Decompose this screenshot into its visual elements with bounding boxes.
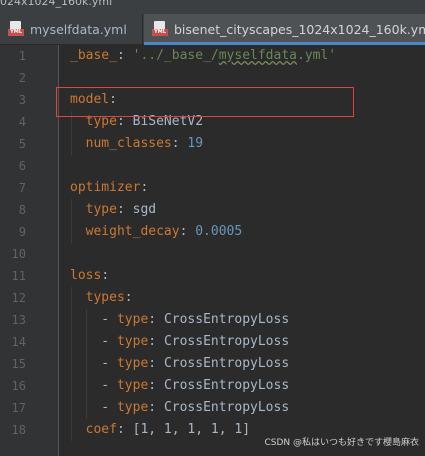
line-number: 17 [11, 401, 26, 415]
yaml-value: CrossEntropyLoss [163, 334, 290, 349]
yml-file-icon: YML [152, 21, 168, 37]
code-line: 7 optimizer: [0, 177, 425, 199]
yaml-key: type [85, 202, 117, 217]
yaml-key: num_classes [85, 136, 172, 151]
highlight-box [56, 87, 354, 117]
indent-guide [86, 309, 87, 419]
code-line: 2 [0, 67, 425, 89]
code-text: _base_: '../_base_/myselfdata.yml' [70, 48, 337, 63]
yaml-value: CrossEntropyLoss [163, 378, 290, 393]
indent-guide [71, 199, 72, 243]
code-line: 1 _base_: '../_base_/myselfdata.yml' [0, 45, 425, 67]
window-title: 024x1024_160k.yml [0, 0, 113, 8]
yaml-key: weight_decay [85, 224, 180, 239]
line-number: 3 [18, 93, 26, 107]
window-title-bar: 024x1024_160k.yml [0, 0, 425, 14]
yaml-value: 0.0005 [195, 224, 243, 239]
yaml-key: coef [85, 422, 117, 437]
code-text: - type: CrossEntropyLoss [70, 334, 290, 349]
indent-guide [71, 111, 72, 155]
code-line: 13 - type: CrossEntropyLoss [0, 309, 425, 331]
code-line: 5 num_classes: 19 [0, 133, 425, 155]
line-number: 6 [18, 159, 26, 173]
yaml-key: _base_ [70, 48, 117, 63]
line-number: 5 [18, 137, 26, 151]
yaml-key: types [85, 290, 125, 305]
code-line: 11 loss: [0, 265, 425, 287]
line-number: 16 [11, 379, 26, 393]
code-line: 6 [0, 155, 425, 177]
code-line: 14 - type: CrossEntropyLoss [0, 331, 425, 353]
code-line: 10 [0, 243, 425, 265]
yaml-value: sgd [132, 202, 157, 217]
code-text: optimizer: [70, 180, 149, 195]
code-text: types: [85, 290, 133, 305]
yaml-key: type [116, 356, 149, 371]
code-line: 15 - type: CrossEntropyLoss [0, 353, 425, 375]
tab-bisenet-cityscapes[interactable]: YML bisenet_cityscapes_1024x1024_160k.ym… [144, 14, 425, 45]
line-number: 4 [18, 115, 26, 129]
line-number: 15 [11, 357, 26, 371]
editor-tab-bar: YML myselfdata.yml YML bisenet_cityscape… [0, 14, 425, 45]
code-line: 9 weight_decay: 0.0005 [0, 221, 425, 243]
indent-guide [71, 287, 72, 441]
code-text: weight_decay: 0.0005 [85, 224, 243, 239]
line-number: 11 [11, 269, 26, 283]
code-text: - type: CrossEntropyLoss [70, 400, 290, 415]
code-line: 8 type: sgd [0, 199, 425, 221]
yaml-value: CrossEntropyLoss [163, 356, 290, 371]
code-text: coef: [1, 1, 1, 1, 1] [85, 422, 251, 437]
yaml-key: type [116, 378, 149, 393]
watermark: CSDN @私はいつも好きです櫻島麻衣 [264, 438, 419, 448]
line-number: 1 [18, 49, 26, 63]
code-line: 17 - type: CrossEntropyLoss [0, 397, 425, 419]
code-text: - type: CrossEntropyLoss [70, 356, 290, 371]
line-number: 14 [11, 335, 26, 349]
line-number: 7 [18, 181, 26, 195]
yaml-key: loss [70, 268, 102, 283]
yaml-value: CrossEntropyLoss [163, 400, 290, 415]
yaml-value: CrossEntropyLoss [163, 312, 290, 327]
line-number: 12 [11, 291, 26, 305]
tab-label: bisenet_cityscapes_1024x1024_160k.yml [174, 21, 425, 37]
yaml-key: optimizer [70, 180, 141, 195]
yaml-value: '../_base_/myselfdata.yml' [132, 48, 337, 63]
tab-label: myselfdata.yml [30, 21, 127, 37]
yaml-key: type [116, 312, 149, 327]
yaml-value: 19 [187, 136, 204, 151]
code-line: 12 types: [0, 287, 425, 309]
line-number: 10 [11, 247, 26, 261]
code-text: - type: CrossEntropyLoss [70, 312, 290, 327]
tab-myselfdata[interactable]: YML myselfdata.yml [0, 14, 143, 44]
yaml-value: [1, 1, 1, 1, 1] [132, 422, 251, 437]
line-number: 13 [11, 313, 26, 327]
code-text: - type: CrossEntropyLoss [70, 378, 290, 393]
yml-file-icon: YML [8, 21, 24, 37]
line-number: 9 [18, 225, 26, 239]
line-number: 18 [11, 423, 26, 437]
yaml-key: type [116, 400, 149, 415]
code-text: loss: [70, 268, 110, 283]
yaml-key: type [116, 334, 149, 349]
code-editor[interactable]: 1 _base_: '../_base_/myselfdata.yml' 2 3 mod… [0, 45, 425, 456]
line-number: 8 [18, 203, 26, 217]
code-text: num_classes: 19 [85, 136, 204, 151]
line-number: 2 [18, 71, 26, 85]
code-line: 16 - type: CrossEntropyLoss [0, 375, 425, 397]
code-text: type: sgd [85, 202, 157, 217]
